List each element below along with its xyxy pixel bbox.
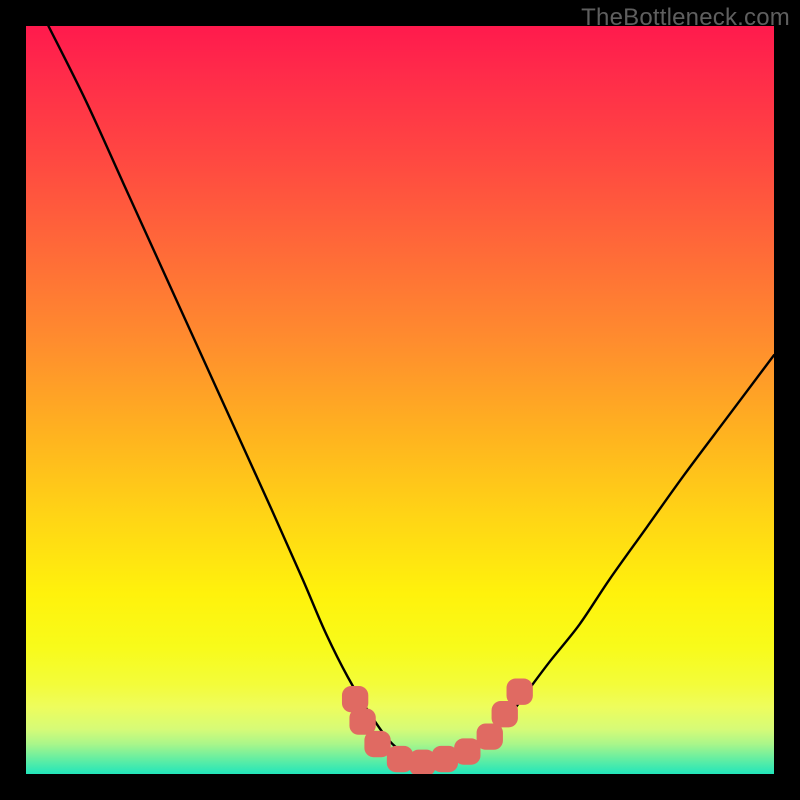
watermark-text: TheBottleneck.com <box>581 4 790 32</box>
plot-area <box>26 26 774 774</box>
chart-frame: TheBottleneck.com <box>0 0 800 800</box>
heat-gradient <box>26 26 774 774</box>
